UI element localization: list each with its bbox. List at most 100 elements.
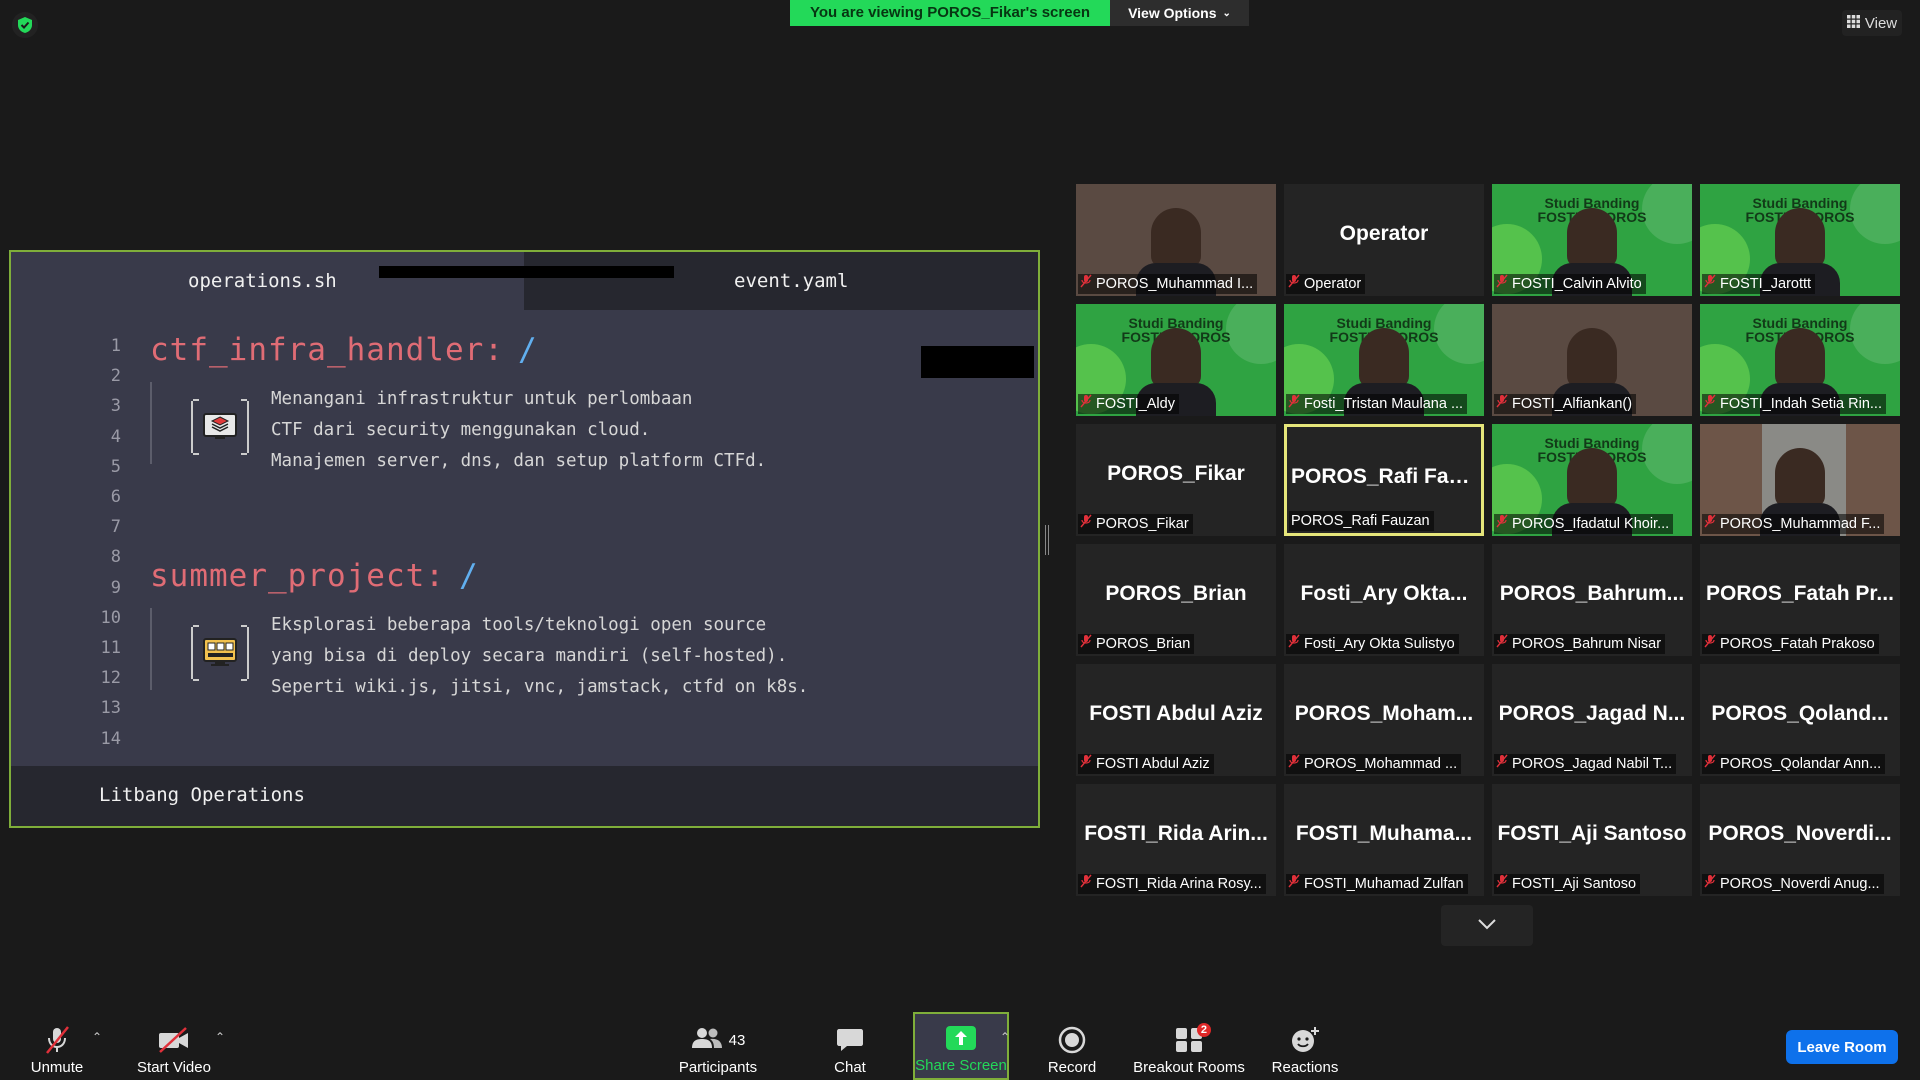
participant-tile[interactable]: FOSTI Abdul Aziz FOSTI Abdul Aziz (1076, 664, 1276, 776)
view-layout-button[interactable]: View (1842, 10, 1902, 36)
security-shield-icon[interactable] (12, 12, 38, 38)
record-label: Record (1047, 1059, 1097, 1076)
start-video-label: Start Video (137, 1059, 211, 1076)
participant-display-name: FOSTI Abdul Aziz (1089, 702, 1263, 725)
view-options-button[interactable]: View Options ⌄ (1110, 0, 1249, 26)
participant-name-label: FOSTI_Aldy (1078, 394, 1179, 414)
line-number: 3 (110, 396, 121, 417)
breakout-badge: 2 (1196, 1023, 1211, 1037)
reactions-button[interactable]: Reactions (1268, 1012, 1342, 1080)
participant-display-name: FOSTI_Rida Arin... (1084, 822, 1268, 845)
participant-name-label: POROS_Rafi Fauzan (1289, 511, 1434, 531)
breakout-rooms-button[interactable]: 2 Breakout Rooms (1130, 1012, 1248, 1080)
line-number: 6 (110, 487, 121, 507)
share-screen-button[interactable]: Share Screen (913, 1012, 1009, 1080)
participant-name-label: POROS_Noverdi Anug... (1702, 874, 1884, 894)
participant-tile[interactable]: FOSTI_Muhama... FOSTI_Muhamad Zulfan (1284, 784, 1484, 896)
muted-mic-icon (1288, 634, 1300, 654)
line-number: 9 (110, 577, 121, 598)
record-button[interactable]: Record (1042, 1012, 1102, 1080)
participants-icon (691, 1027, 723, 1054)
participant-name-label: FOSTI Abdul Aziz (1078, 754, 1214, 774)
description-line: Eksplorasi beberapa tools/teknologi open… (271, 615, 767, 635)
muted-mic-icon (1288, 394, 1300, 414)
muted-mic-icon (1080, 394, 1092, 414)
gallery-next-page-button[interactable] (1441, 905, 1533, 946)
participant-display-name: POROS_Brian (1105, 582, 1247, 605)
line-number: 8 (110, 547, 121, 568)
participant-name: FOSTI_Aldy (1096, 396, 1175, 412)
participant-tile[interactable]: FOSTI_Aji Santoso FOSTI_Aji Santoso (1492, 784, 1692, 896)
screen-share-banner: You are viewing POROS_Fikar's screen Vie… (790, 0, 1249, 26)
participant-name: POROS_Rafi Fauzan (1291, 513, 1430, 529)
audio-options-caret[interactable]: ⌃ (92, 1030, 102, 1044)
description-line: Seperti wiki.js, jitsi, vnc, jamstack, c… (271, 677, 809, 697)
participant-name-label: POROS_Qolandar Ann... (1702, 754, 1886, 774)
leave-room-button[interactable]: Leave Room (1786, 1030, 1898, 1064)
participant-tile[interactable]: POROS_Jagad N... POROS_Jagad Nabil T... (1492, 664, 1692, 776)
muted-mic-icon (1704, 274, 1716, 294)
participant-tile[interactable]: POROS_Rafi Fau... POROS_Rafi Fauzan (1284, 424, 1484, 536)
participant-tile[interactable]: POROS_Moham... POROS_Mohammad ... (1284, 664, 1484, 776)
participant-tile[interactable]: Studi Banding FOSTI X POROSFOSTI_Jarottt (1700, 184, 1900, 296)
participant-name-label: FOSTI_Jarottt (1702, 274, 1816, 294)
editor-tab-bar: operations.sh event.yaml (11, 252, 1038, 310)
line-number: 14 (100, 728, 121, 749)
participant-display-name: POROS_Jagad N... (1498, 702, 1686, 725)
participant-name: Operator (1304, 276, 1362, 292)
participant-name: POROS_Muhammad I... (1096, 276, 1254, 292)
participant-tile[interactable]: POROS_Bahrum... POROS_Bahrum Nisar (1492, 544, 1692, 656)
split-resize-handle[interactable] (1045, 525, 1049, 555)
tab-label: event.yaml (734, 270, 849, 292)
participant-tile[interactable]: Studi Banding FOSTI X POROSFosti_Tristan… (1284, 304, 1484, 416)
tab-operations-sh[interactable]: operations.sh (11, 252, 524, 310)
chat-button[interactable]: Chat (820, 1012, 880, 1080)
section-heading: summer_project: / (150, 558, 479, 594)
background-blob (1642, 184, 1692, 244)
participant-video (1760, 328, 1840, 416)
line-number: 7 (110, 517, 121, 538)
participant-tile[interactable]: FOSTI_Alfiankan() (1492, 304, 1692, 416)
start-video-button[interactable]: Start Video (130, 1012, 218, 1080)
video-options-caret[interactable]: ⌃ (215, 1030, 225, 1044)
participant-tile[interactable]: POROS_Qoland... POROS_Qolandar Ann... (1700, 664, 1900, 776)
unmute-label: Unmute (30, 1059, 84, 1076)
participant-video (1136, 328, 1216, 416)
participant-name: Fosti_Ary Okta Sulistyo (1304, 636, 1455, 652)
participant-name-label: FOSTI_Rida Arina Rosy... (1078, 874, 1266, 894)
line-number: 1 (110, 336, 121, 356)
participant-tile[interactable]: FOSTI_Rida Arin... FOSTI_Rida Arina Rosy.… (1076, 784, 1276, 896)
participant-display-name: POROS_Rafi Fau... (1291, 465, 1479, 488)
participant-tile[interactable]: POROS_Brian POROS_Brian (1076, 544, 1276, 656)
share-options-caret[interactable]: ⌃ (1000, 1030, 1010, 1044)
participant-video (1344, 328, 1424, 416)
server-stack-icon (191, 399, 249, 455)
description-line: Menangani infrastruktur untuk perlombaan (271, 389, 693, 409)
section-description: Eksplorasi beberapa tools/teknologi open… (271, 610, 808, 703)
section-description: Menangani infrastruktur untuk perlombaan… (271, 384, 766, 477)
redaction-block (921, 346, 1034, 378)
participant-tile[interactable]: POROS_Muhammad I... (1076, 184, 1276, 296)
participant-display-name: Operator (1339, 222, 1429, 245)
participants-button[interactable]: 43 Participants (675, 1012, 761, 1080)
unmute-button[interactable]: Unmute (22, 1012, 92, 1080)
participant-tile[interactable]: POROS_Noverdi... POROS_Noverdi Anug... (1700, 784, 1900, 896)
participant-tile[interactable]: Studi Banding FOSTI X POROSFOSTI_Calvin … (1492, 184, 1692, 296)
participant-name: FOSTI_Muhamad Zulfan (1304, 876, 1464, 892)
participant-tile[interactable]: POROS_Fikar POROS_Fikar (1076, 424, 1276, 536)
participant-tile[interactable]: Operator Operator (1284, 184, 1484, 296)
participant-tile[interactable]: POROS_Muhammad F... (1700, 424, 1900, 536)
tab-event-yaml[interactable]: event.yaml (524, 252, 1040, 310)
participant-name: POROS_Ifadatul Khoir... (1512, 516, 1670, 532)
participant-name-label: FOSTI_Indah Setia Rin... (1702, 394, 1886, 414)
participant-tile[interactable]: Studi Banding FOSTI X POROSFOSTI_Aldy (1076, 304, 1276, 416)
participant-tile[interactable]: POROS_Fatah Pr... POROS_Fatah Prakoso (1700, 544, 1900, 656)
participant-name-label: POROS_Bahrum Nisar (1494, 634, 1666, 654)
participant-tile[interactable]: Fosti_Ary Okta... Fosti_Ary Okta Sulistyo (1284, 544, 1484, 656)
reactions-label: Reactions (1271, 1059, 1339, 1076)
description-line: Manajemen server, dns, dan setup platfor… (271, 451, 767, 471)
participant-name-label: POROS_Fikar (1078, 514, 1193, 534)
participant-tile[interactable]: Studi Banding FOSTI X POROSFOSTI_Indah S… (1700, 304, 1900, 416)
participant-name-label: FOSTI_Calvin Alvito (1494, 274, 1646, 294)
participant-tile[interactable]: Studi Banding FOSTI X POROSPOROS_Ifadatu… (1492, 424, 1692, 536)
